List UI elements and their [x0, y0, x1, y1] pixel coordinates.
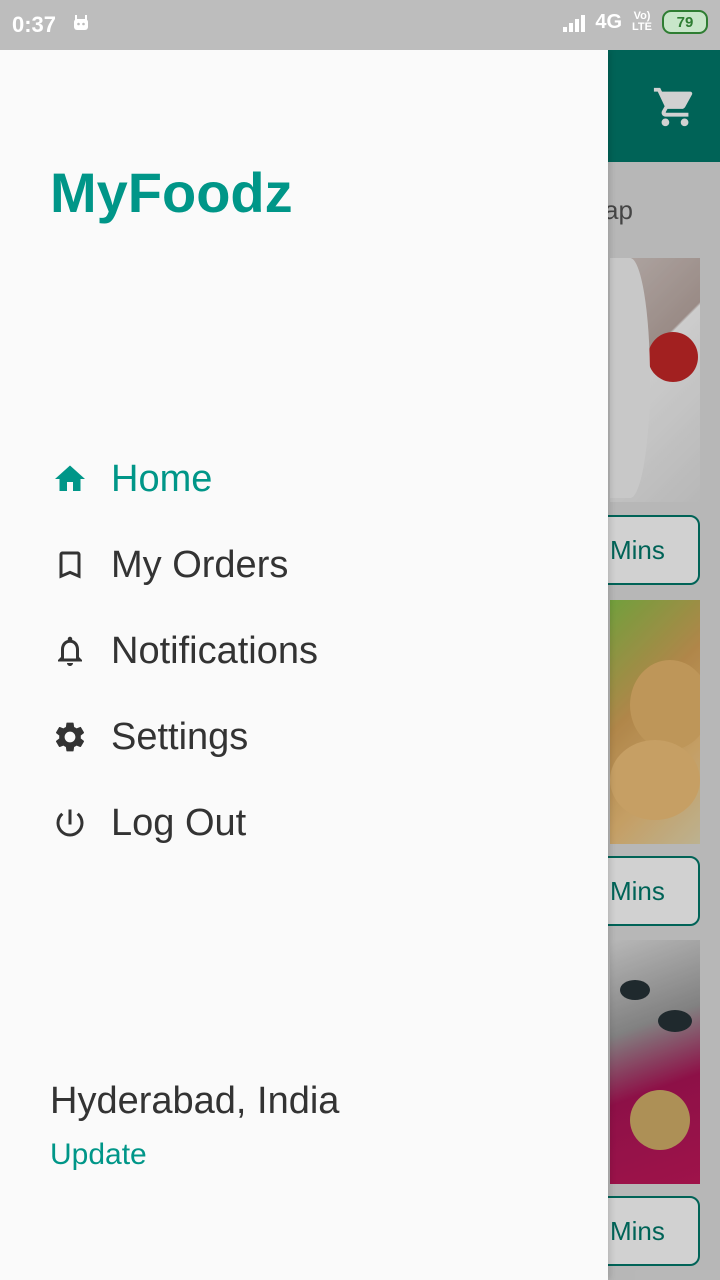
nav-item-settings[interactable]: Settings	[0, 694, 608, 780]
battery-icon: 79	[662, 10, 708, 34]
nav-item-label: My Orders	[111, 543, 289, 586]
bookmark-icon	[52, 547, 88, 583]
nav-item-label: Home	[111, 457, 213, 500]
home-icon	[52, 461, 88, 497]
nav-item-notifications[interactable]: Notifications	[0, 608, 608, 694]
volte-icon: Vo) LTE	[632, 10, 652, 33]
current-location: Hyderabad, India	[50, 1080, 340, 1122]
update-location-link[interactable]: Update	[50, 1138, 147, 1172]
nav-item-label: Settings	[111, 715, 249, 758]
status-bar: 0:37 4G Vo) LTE 79	[0, 0, 720, 50]
battery-level: 79	[676, 13, 694, 31]
status-time: 0:37	[12, 12, 57, 37]
nav-item-label: Notifications	[111, 629, 318, 672]
nav-item-label: Log Out	[111, 801, 247, 844]
signal-icon	[563, 12, 586, 32]
drawer-menu: Home My Orders Notifications Settings Lo…	[0, 436, 608, 866]
bell-icon	[52, 633, 88, 669]
navigation-drawer: MyFoodz Home My Orders Notifications Set…	[0, 50, 608, 1280]
notification-android-icon	[74, 15, 88, 30]
nav-item-log-out[interactable]: Log Out	[0, 780, 608, 866]
nav-item-my-orders[interactable]: My Orders	[0, 522, 608, 608]
power-icon	[52, 805, 88, 841]
gear-icon	[52, 719, 88, 755]
nav-item-home[interactable]: Home	[0, 436, 608, 522]
network-type: 4G	[595, 10, 623, 33]
app-brand: MyFoodz	[50, 161, 293, 224]
